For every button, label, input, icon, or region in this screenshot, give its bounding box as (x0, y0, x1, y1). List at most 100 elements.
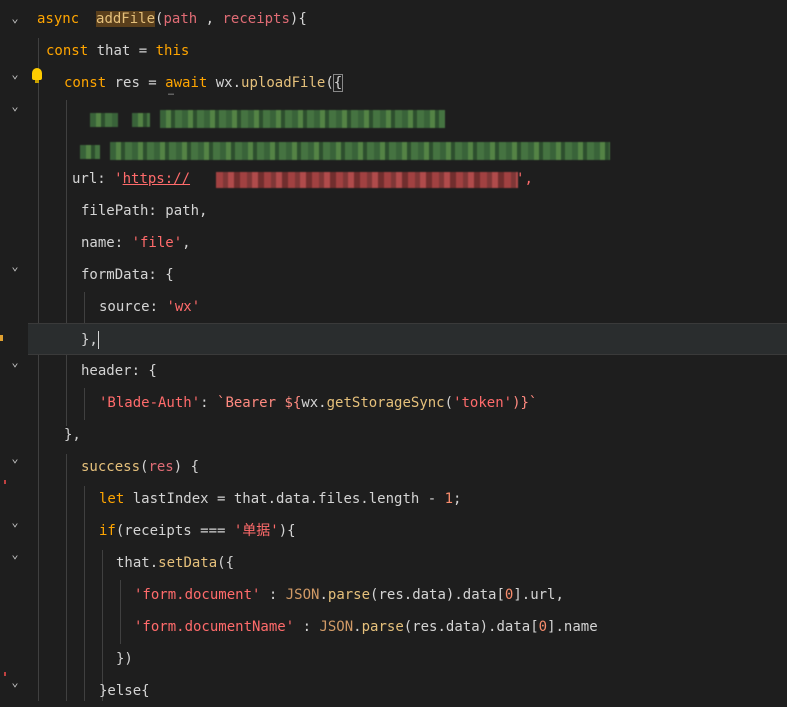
token-string: 'wx' (166, 299, 201, 315)
redacted-text (132, 113, 150, 127)
token-keyword: const (64, 75, 107, 91)
token-text: header: { (81, 363, 157, 379)
token-punct: . (353, 619, 362, 635)
token-keyword: this (155, 43, 190, 59)
token-string: ', (516, 171, 533, 187)
token-text: that. (116, 555, 159, 571)
fold-chevron-icon[interactable]: ⌄ (8, 355, 22, 369)
text-cursor (97, 331, 99, 349)
error-marker (4, 480, 6, 484)
token-punct: : (294, 619, 320, 635)
token-template: )}` (512, 395, 538, 411)
token-text: (res.data).data[ (403, 619, 539, 635)
token-text: formData: { (81, 267, 174, 283)
token-text: lastIndex = that.data.files.length - (124, 491, 445, 507)
token-keyword: let (99, 491, 125, 507)
token-number: 1 (444, 491, 454, 507)
redacted-text (90, 113, 118, 127)
token-class: JSON (319, 619, 354, 635)
token-punct: ({ (217, 555, 235, 571)
token-punct: ; (453, 491, 462, 507)
token-string: 'Blade-Auth' (99, 395, 201, 411)
token-bracket: { (332, 74, 344, 92)
token-punct: ){ (289, 11, 307, 27)
token-punct: }) (116, 651, 133, 667)
token-punct: }, (81, 332, 98, 348)
token-template: `Bearer ${ (217, 395, 302, 411)
fold-chevron-icon[interactable]: ⌄ (8, 547, 22, 561)
token-function: setData (158, 555, 218, 571)
token-string: ' (114, 171, 123, 187)
code-line-if[interactable]: if(receipts === '单据'){ (28, 515, 787, 547)
code-line-form-document[interactable]: 'form.document' : JSON.parse(res.data).d… (28, 579, 787, 611)
token-punct: ) { (173, 459, 200, 475)
token-text: that = (88, 43, 156, 59)
token-text: res = (106, 75, 166, 91)
code-line-form-document-name[interactable]: 'form.documentName' : JSON.parse(res.dat… (28, 611, 787, 643)
code-line-let[interactable]: let lastIndex = that.data.files.length -… (28, 483, 787, 515)
redacted-text (110, 142, 610, 160)
token-function: addFile (96, 11, 156, 27)
token-prop: name: (81, 235, 132, 251)
code-line-source[interactable]: source: 'wx' (28, 291, 787, 323)
token-string: 'form.documentName' (134, 619, 295, 635)
token-text: filePath: path, (81, 203, 208, 219)
code-line-close[interactable]: }, (28, 419, 787, 451)
code-line-else[interactable]: }else{ (28, 675, 787, 707)
token-punct: , (197, 11, 223, 27)
token-text: }else{ (99, 683, 150, 699)
token-punct: , (182, 235, 191, 251)
token-keyword: const (46, 43, 89, 59)
token-keyword: if (99, 523, 116, 539)
token-function: uploadFile (241, 75, 326, 91)
token-class: JSON (285, 587, 320, 603)
code-line-current[interactable]: }, (28, 323, 787, 355)
token-punct: ( (444, 395, 454, 411)
redacted-text (160, 110, 445, 128)
code-line-2[interactable]: const that = this (28, 35, 787, 67)
token-keyword: async (37, 11, 80, 27)
code-editor[interactable]: async addFile(path , receipts){ const th… (28, 0, 787, 701)
token-text: (receipts === (115, 523, 234, 539)
token-punct: . (319, 587, 328, 603)
fold-chevron-icon[interactable]: ⌄ (8, 675, 22, 689)
change-marker (0, 335, 3, 341)
token-string: '单据' (233, 523, 279, 539)
token-string: 'file' (131, 235, 183, 251)
redacted-text (80, 145, 100, 159)
collapsed-ellipsis[interactable]: … (168, 88, 174, 98)
token-number: 0 (538, 619, 548, 635)
fold-chevron-icon[interactable]: ⌄ (8, 11, 22, 25)
fold-chevron-icon[interactable]: ⌄ (8, 515, 22, 529)
token-param: path (163, 11, 198, 27)
token-url[interactable]: https:// (123, 171, 190, 187)
code-line-blade-auth[interactable]: 'Blade-Auth': `Bearer ${wx.getStorageSyn… (28, 387, 787, 419)
code-line-formdata[interactable]: formData: { (28, 259, 787, 291)
token-function: parse (327, 587, 371, 603)
code-line-close-setdata[interactable]: }) (28, 643, 787, 675)
fold-chevron-icon[interactable]: ⌄ (8, 451, 22, 465)
token-text: ].name (547, 619, 598, 635)
code-line-1[interactable]: async addFile(path , receipts){ (28, 3, 787, 35)
token-punct: }, (64, 427, 81, 443)
token-text: (res.data).data[ (370, 587, 505, 603)
token-punct: ){ (278, 523, 296, 539)
token-function: getStorageSync (326, 395, 445, 411)
code-line-success[interactable]: success(res) { (28, 451, 787, 483)
code-line-setdata[interactable]: that.setData({ (28, 547, 787, 579)
code-line-name[interactable]: name: 'file', (28, 227, 787, 259)
token-function: success (81, 459, 141, 475)
error-marker (4, 672, 6, 676)
fold-chevron-icon[interactable]: ⌄ (8, 99, 22, 113)
fold-chevron-icon[interactable]: ⌄ (8, 67, 22, 81)
token-param: res (148, 459, 174, 475)
code-line-3[interactable]: const res = await wx.uploadFile({ (28, 67, 787, 99)
redacted-url (216, 172, 518, 188)
token-param: receipts (222, 11, 290, 27)
token-string: 'token' (453, 395, 513, 411)
code-line-filepath[interactable]: filePath: path, (28, 195, 787, 227)
code-line-header[interactable]: header: { (28, 355, 787, 387)
token-function: parse (361, 619, 404, 635)
fold-chevron-icon[interactable]: ⌄ (8, 259, 22, 273)
token-string: 'form.document' (134, 587, 261, 603)
